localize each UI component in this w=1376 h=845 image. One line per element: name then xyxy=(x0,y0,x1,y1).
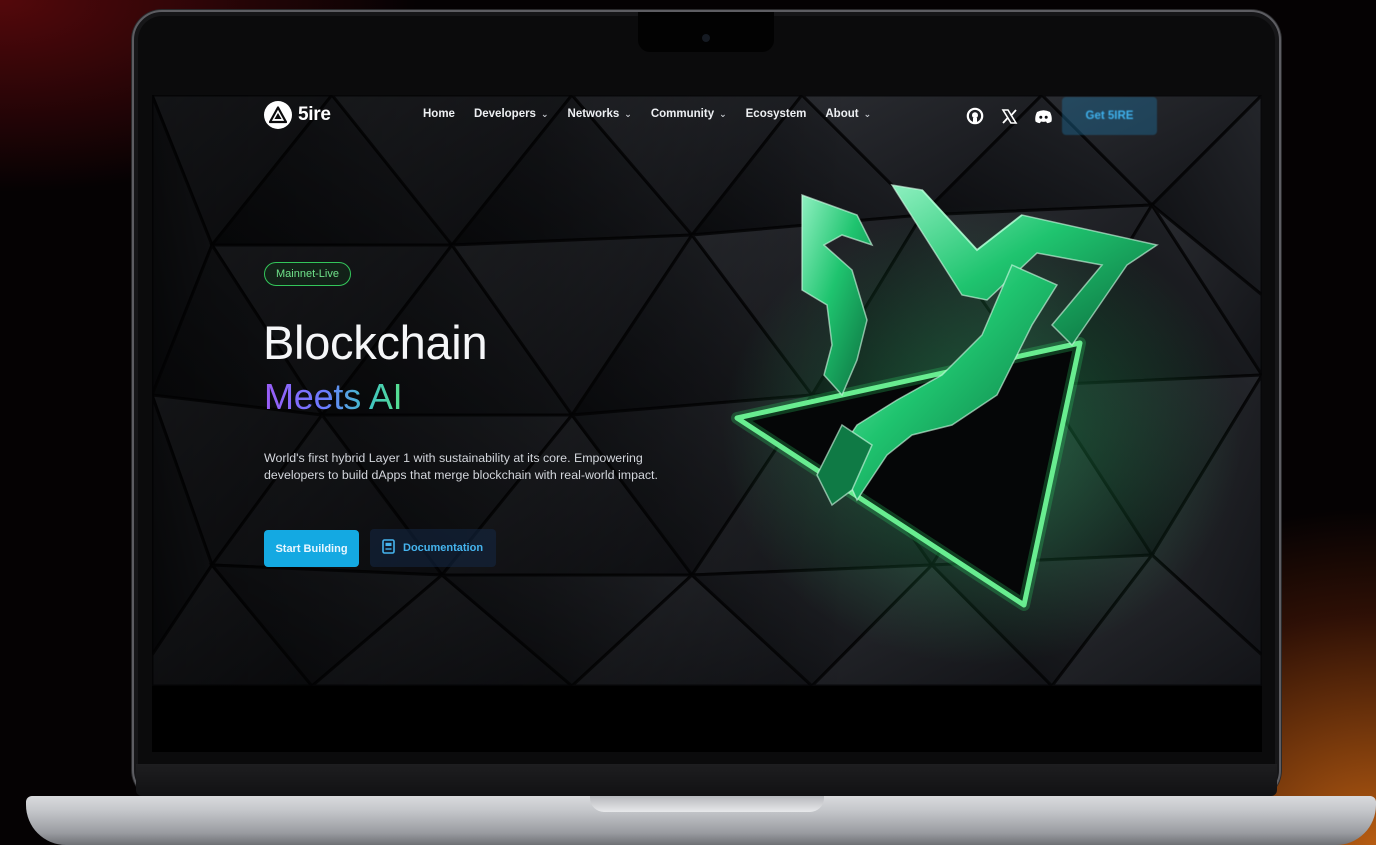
laptop-screen: 5ire Home Developers ⌄ Networks ⌄ Communit… xyxy=(152,95,1262,686)
discord-icon[interactable] xyxy=(1032,105,1054,127)
laptop-hinge xyxy=(136,764,1277,796)
camera-notch xyxy=(638,12,774,52)
nav-item-label: Community xyxy=(650,108,715,120)
chevron-down-icon: ⌄ xyxy=(719,108,727,119)
social-links xyxy=(964,105,1054,127)
hero-title: Blockchain xyxy=(263,316,488,369)
nav-item-about[interactable]: About ⌄ xyxy=(825,108,871,120)
github-icon[interactable] xyxy=(964,105,986,127)
nav-item-label: Networks xyxy=(567,108,620,120)
nav-item-home[interactable]: Home xyxy=(423,108,455,120)
mainnet-live-badge: Mainnet-Live xyxy=(264,262,351,286)
x-icon[interactable] xyxy=(998,105,1020,127)
documentation-button[interactable]: Documentation xyxy=(370,529,496,567)
start-building-button[interactable]: Start Building xyxy=(264,530,359,567)
screen-bottom-bezel xyxy=(152,686,1262,752)
laptop-base-notch xyxy=(590,796,824,812)
chevron-down-icon: ⌄ xyxy=(540,108,549,119)
get-5ire-button[interactable]: Get 5IRE xyxy=(1062,97,1157,135)
nav-item-label: About xyxy=(825,108,859,120)
hero-subtitle: Meets AI xyxy=(264,376,403,417)
nav-item-networks[interactable]: Networks ⌄ xyxy=(568,108,632,120)
logo-text: 5ire xyxy=(298,104,331,125)
nav-item-ecosystem[interactable]: Ecosystem xyxy=(746,108,807,120)
chevron-down-icon: ⌄ xyxy=(624,108,632,119)
5ire-logo-icon xyxy=(264,101,292,129)
nav-item-label: Home xyxy=(423,108,455,120)
chevron-down-icon: ⌄ xyxy=(863,108,872,119)
camera-icon xyxy=(702,34,710,42)
nav-item-community[interactable]: Community ⌄ xyxy=(651,108,727,120)
hero-description: World's first hybrid Layer 1 with sustai… xyxy=(264,451,658,482)
nav-item-label: Ecosystem xyxy=(745,108,807,120)
nav-links: Home Developers ⌄ Networks ⌄ Community ⌄ Ec… xyxy=(423,108,890,120)
book-icon xyxy=(381,539,396,557)
brand-logo[interactable]: 5ire xyxy=(264,101,331,129)
nav-item-developers[interactable]: Developers ⌄ xyxy=(474,108,549,120)
documentation-label: Documentation xyxy=(403,542,484,554)
top-navbar: 5ire Home Developers ⌄ Networks ⌄ Communit… xyxy=(152,95,1262,137)
nav-item-label: Developers xyxy=(473,108,536,120)
